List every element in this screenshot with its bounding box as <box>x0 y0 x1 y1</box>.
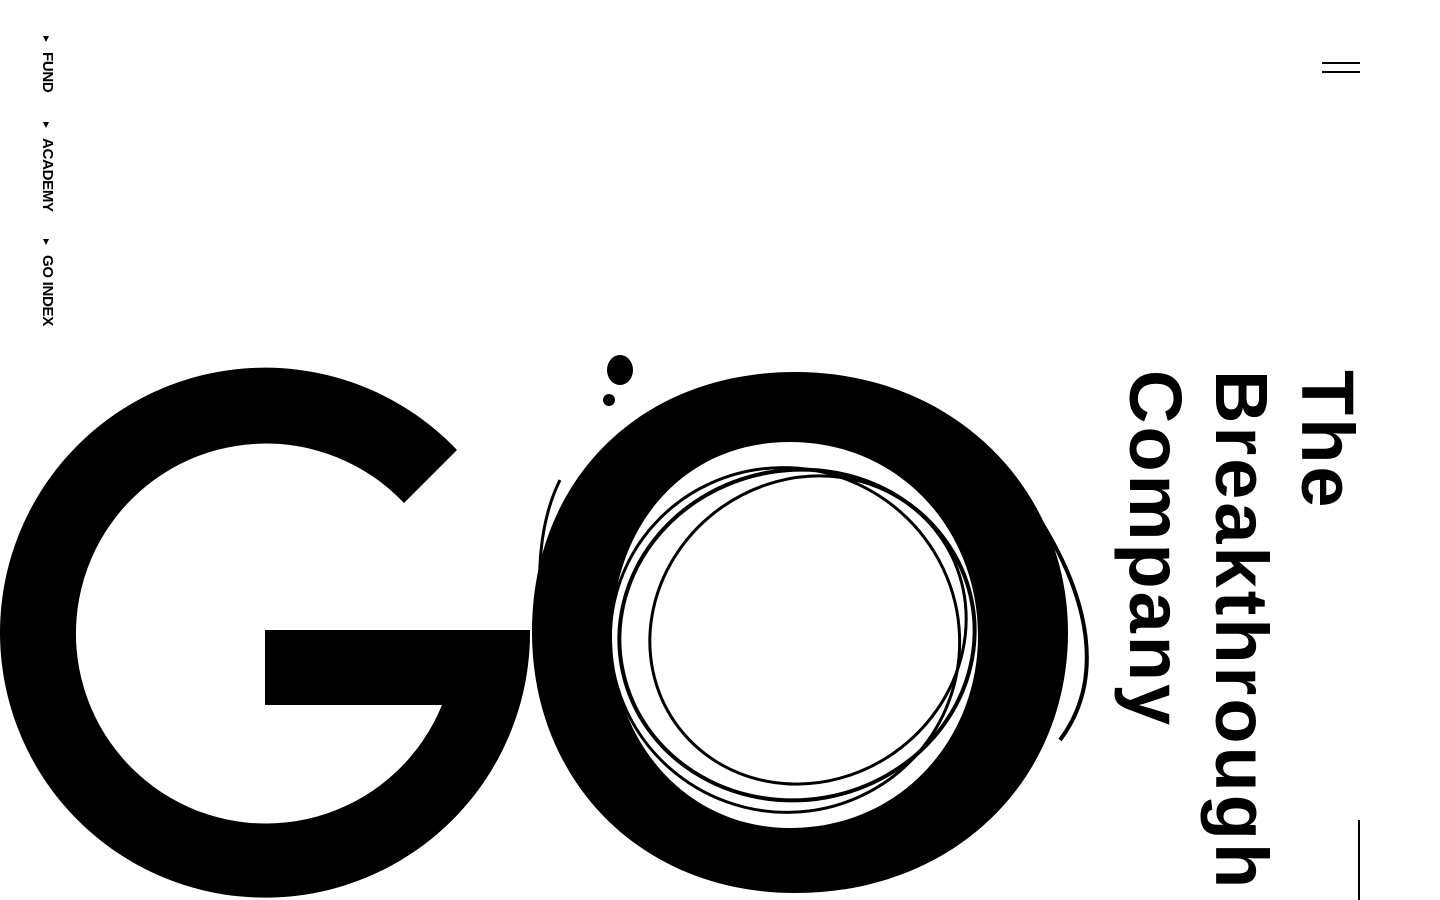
side-nav: FUND ACADEMY GO INDEX <box>36 36 58 356</box>
letter-o-brush <box>532 355 1089 893</box>
caret-down-icon <box>43 122 49 128</box>
go-logo <box>0 355 1089 898</box>
hamburger-icon-bar-bottom <box>1322 71 1360 73</box>
menu-button[interactable] <box>1318 58 1364 80</box>
letter-g <box>0 367 531 898</box>
tagline-line-1: The <box>1286 370 1369 511</box>
tagline: The Breakthrough Company <box>1114 370 1370 892</box>
caret-down-icon <box>43 239 49 245</box>
caret-down-icon <box>43 36 49 42</box>
tagline-line-3: Company <box>1114 370 1197 729</box>
nav-item-label: GO INDEX <box>39 255 56 326</box>
nav-item-label: FUND <box>39 52 56 93</box>
hamburger-icon-bar-top <box>1322 62 1360 64</box>
page: FUND ACADEMY GO INDEX The Breakthrough C… <box>0 0 1440 900</box>
nav-item-label: ACADEMY <box>39 138 56 212</box>
scroll-indicator <box>1358 820 1360 900</box>
tagline-line-2: Breakthrough <box>1200 370 1283 892</box>
